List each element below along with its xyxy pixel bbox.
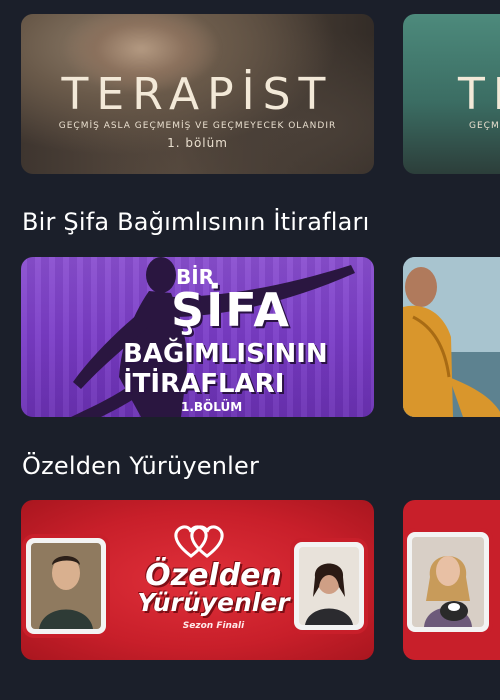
episode-label: 1.BÖLÜM	[181, 400, 243, 414]
show-title-text: TE	[458, 69, 500, 120]
title-line: İTİRAFLARI	[123, 369, 285, 399]
episode-label: 1. bölüm	[167, 136, 228, 150]
person-photo	[412, 537, 484, 627]
app-screen: TERAPİST GEÇMİŞ ASLA GEÇMEMİŞ VE GEÇMEYE…	[0, 0, 500, 700]
show-title-line: Yürüyenler	[137, 588, 290, 617]
video-card-peek[interactable]	[403, 257, 500, 417]
title-line: ŞİFA	[171, 283, 291, 337]
section-title: Bir Şifa Bağımlısının İtirafları	[22, 208, 370, 236]
title-line: BAĞIMLISININ	[123, 339, 328, 369]
video-card-peek[interactable]	[403, 500, 500, 660]
video-card-ozelden[interactable]: Özelden Yürüyenler Sezon Finali	[21, 500, 374, 660]
carousel-row-ozelden[interactable]: Özelden Yürüyenler Sezon Finali	[0, 500, 500, 660]
show-tagline: GEÇMİŞ ASLA GEÇMEMİŞ VE GEÇMEYECEK OLAND…	[58, 121, 337, 131]
photo-frame	[26, 538, 106, 634]
video-card-terapist[interactable]: TERAPİST GEÇMİŞ ASLA GEÇMEMİŞ VE GEÇMEYE…	[21, 14, 374, 174]
season-label: Sezon Finali	[182, 621, 245, 631]
video-card-peek[interactable]: TE GEÇMİ	[403, 14, 500, 174]
hearts-logo-icon	[174, 525, 224, 558]
video-card-sifa[interactable]: BİR ŞİFA BAĞIMLISININ İTİRAFLARI 1.BÖLÜM	[21, 257, 374, 417]
person-photo	[31, 543, 101, 629]
show-title-text: TERAPİST	[61, 69, 334, 120]
section-title: Özelden Yürüyenler	[22, 452, 260, 480]
carousel-row-sifa[interactable]: BİR ŞİFA BAĞIMLISININ İTİRAFLARI 1.BÖLÜM	[0, 257, 500, 417]
person-photo	[299, 547, 359, 625]
photo-frame	[407, 532, 489, 632]
person-photo	[403, 257, 500, 417]
show-tagline: GEÇMİ	[469, 121, 500, 131]
carousel-row-terapist[interactable]: TERAPİST GEÇMİŞ ASLA GEÇMEMİŞ VE GEÇMEYE…	[0, 14, 500, 174]
